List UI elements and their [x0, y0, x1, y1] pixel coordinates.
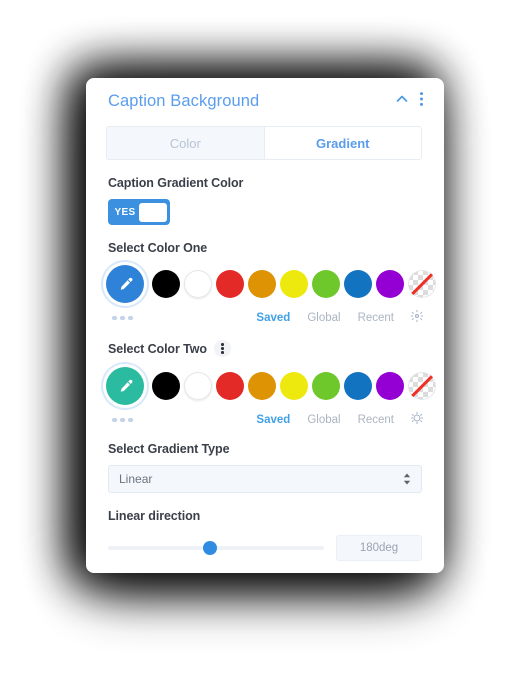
swatch-purple[interactable] — [376, 372, 404, 400]
gear-icon[interactable] — [410, 411, 424, 430]
linear-direction-input[interactable]: 180deg — [336, 535, 422, 561]
linear-direction-slider[interactable] — [108, 541, 324, 555]
panel-header: Caption Background — [86, 78, 444, 112]
color-one-link-recent[interactable]: Recent — [358, 312, 394, 324]
chevron-up-icon[interactable] — [395, 92, 409, 111]
select-color-two-label: Select Color Two — [108, 341, 207, 356]
color-one-swatch-row — [106, 265, 436, 303]
swatch-blue[interactable] — [344, 270, 372, 298]
gear-icon[interactable] — [410, 309, 424, 328]
color-two-picker-button[interactable] — [106, 367, 144, 405]
more-dots-icon[interactable] — [112, 315, 239, 321]
swatch-red[interactable] — [216, 372, 244, 400]
swatch-red[interactable] — [216, 270, 244, 298]
swatch-orange[interactable] — [248, 270, 276, 298]
color-two-link-global[interactable]: Global — [307, 414, 340, 426]
color-two-link-recent[interactable]: Recent — [358, 414, 394, 426]
swatch-white[interactable] — [184, 372, 212, 400]
color-two-meta-row: Saved Global Recent — [112, 410, 424, 430]
tab-gradient[interactable]: Gradient — [263, 126, 422, 160]
color-one-link-saved[interactable]: Saved — [256, 312, 290, 324]
swatch-yellow[interactable] — [280, 270, 308, 298]
tab-color[interactable]: Color — [106, 126, 264, 160]
sort-arrows-icon — [403, 473, 411, 485]
swatch-purple[interactable] — [376, 270, 404, 298]
linear-direction-label: Linear direction — [108, 509, 201, 523]
color-two-swatch-row — [106, 367, 436, 405]
swatch-yellow[interactable] — [280, 372, 308, 400]
background-type-tabs: Color Gradient — [106, 126, 422, 160]
swatch-white[interactable] — [184, 270, 212, 298]
eyedropper-icon — [120, 379, 132, 392]
swatch-green[interactable] — [312, 270, 340, 298]
select-color-one-label: Select Color One — [108, 241, 208, 255]
swatch-black[interactable] — [152, 270, 180, 298]
swatch-blue[interactable] — [344, 372, 372, 400]
swatch-black[interactable] — [152, 372, 180, 400]
eyedropper-icon — [120, 277, 132, 290]
caption-background-panel: Caption Background Color Gradient Captio… — [86, 78, 444, 573]
linear-direction-slider-row: 180deg — [108, 535, 422, 561]
color-one-picker-button[interactable] — [106, 265, 144, 303]
select-color-two-label-row: Select Color Two — [108, 340, 422, 357]
swatch-transparent[interactable] — [408, 372, 436, 400]
gradient-type-select[interactable]: Linear — [108, 465, 422, 493]
color-one-link-global[interactable]: Global — [307, 312, 340, 324]
slider-knob[interactable] — [202, 541, 217, 555]
swatch-transparent[interactable] — [408, 270, 436, 298]
kebab-menu-icon[interactable] — [419, 91, 424, 112]
caption-gradient-color-toggle[interactable]: YES — [108, 199, 170, 225]
color-one-meta-row: Saved Global Recent — [112, 308, 424, 328]
color-two-kebab-menu-icon[interactable] — [213, 340, 231, 357]
toggle-knob — [139, 202, 167, 222]
toggle-state-label: YES — [114, 206, 136, 218]
page-title: Caption Background — [108, 91, 260, 110]
more-dots-icon[interactable] — [112, 417, 239, 423]
color-two-link-saved[interactable]: Saved — [256, 414, 290, 426]
swatch-orange[interactable] — [248, 372, 276, 400]
select-gradient-type-label: Select Gradient Type — [108, 442, 230, 456]
gradient-type-value: Linear — [119, 472, 153, 486]
swatch-green[interactable] — [312, 372, 340, 400]
header-icon-group — [395, 91, 424, 112]
caption-gradient-color-label: Caption Gradient Color — [108, 176, 244, 190]
